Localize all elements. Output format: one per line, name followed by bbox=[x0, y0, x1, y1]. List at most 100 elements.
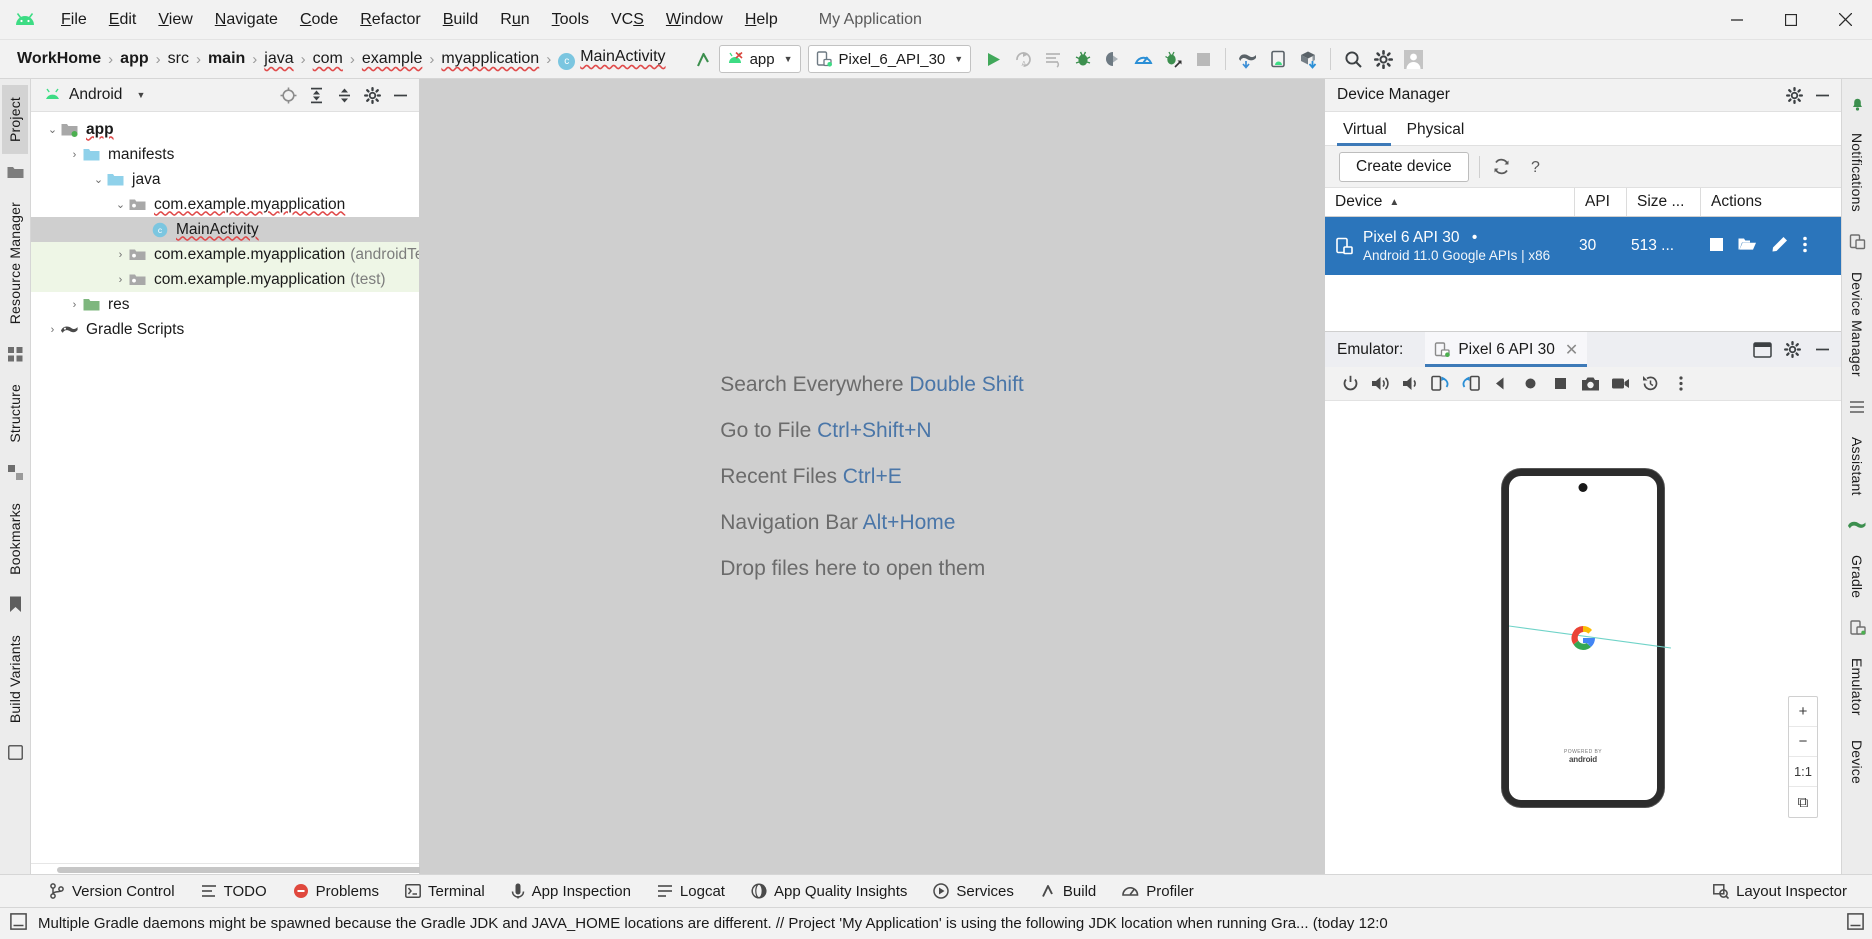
chevron-right-icon[interactable]: › bbox=[113, 249, 128, 261]
menu-file[interactable]: File bbox=[50, 7, 98, 33]
column-header-device[interactable]: Device ▲ bbox=[1325, 188, 1575, 216]
device-selector[interactable]: Pixel_6_API_30 ▼ bbox=[807, 45, 972, 73]
breadcrumb-mainactivity[interactable]: c MainActivity bbox=[555, 48, 668, 70]
chevron-right-icon[interactable]: › bbox=[67, 299, 82, 311]
chevron-right-icon[interactable]: › bbox=[45, 324, 60, 336]
more-icon[interactable] bbox=[1667, 370, 1694, 397]
tree-node-package-test[interactable]: › com.example.myapplication (test) bbox=[31, 267, 419, 292]
screenshot-icon[interactable] bbox=[1577, 370, 1604, 397]
tree-node-gradle-scripts[interactable]: › Gradle Scripts bbox=[31, 317, 419, 342]
menu-build[interactable]: Build bbox=[432, 7, 490, 33]
tree-node-package-androidtest[interactable]: › com.example.myapplication (androidTest… bbox=[31, 242, 419, 267]
make-project-icon[interactable] bbox=[689, 44, 719, 74]
chevron-down-icon[interactable]: ⌄ bbox=[91, 173, 106, 186]
menu-code[interactable]: Code bbox=[289, 7, 349, 33]
collapse-all-icon[interactable] bbox=[331, 82, 357, 108]
emulator-tab[interactable]: Pixel 6 API 30 ✕ bbox=[1425, 332, 1588, 367]
open-folder-icon[interactable] bbox=[1738, 236, 1757, 256]
overview-icon[interactable] bbox=[1547, 370, 1574, 397]
breadcrumb-java[interactable]: java bbox=[261, 50, 296, 68]
sidebar-item-build-variants[interactable]: Build Variants bbox=[2, 623, 28, 735]
emulator-device-frame[interactable]: POWERED BY android bbox=[1502, 468, 1671, 807]
stop-icon[interactable] bbox=[1709, 237, 1724, 256]
sidebar-item-project[interactable]: Project bbox=[2, 85, 28, 154]
menu-refactor[interactable]: Refactor bbox=[349, 7, 431, 33]
split-view-icon[interactable] bbox=[1749, 337, 1775, 363]
settings-icon[interactable] bbox=[1781, 82, 1807, 108]
tree-node-manifests[interactable]: › manifests bbox=[31, 142, 419, 167]
profiler-icon[interactable] bbox=[1128, 44, 1158, 74]
maximize-button[interactable] bbox=[1764, 0, 1818, 40]
rotate-right-icon[interactable] bbox=[1457, 370, 1484, 397]
apply-code-changes-icon[interactable] bbox=[1038, 44, 1068, 74]
sidebar-item-emulator[interactable]: Emulator bbox=[1844, 646, 1870, 728]
assistant-list-icon[interactable] bbox=[1846, 396, 1868, 418]
breadcrumb-main[interactable]: main bbox=[205, 50, 248, 68]
volume-up-icon[interactable] bbox=[1367, 370, 1394, 397]
breadcrumb-com[interactable]: com bbox=[310, 50, 346, 68]
hide-icon[interactable] bbox=[1809, 337, 1835, 363]
bottom-item-services[interactable]: Services bbox=[920, 877, 1027, 905]
bookmark-icon[interactable] bbox=[4, 594, 26, 616]
memory-icon[interactable] bbox=[1847, 913, 1864, 934]
column-header-actions[interactable]: Actions bbox=[1701, 188, 1841, 216]
breadcrumb-workhome[interactable]: WorkHome bbox=[14, 50, 104, 68]
bottom-item-build[interactable]: Build bbox=[1027, 877, 1109, 905]
chevron-right-icon[interactable]: › bbox=[67, 149, 82, 161]
sidebar-item-device-manager[interactable]: Device Manager bbox=[1844, 260, 1870, 389]
sidebar-item-gradle[interactable]: Gradle bbox=[1844, 543, 1870, 610]
zoom-actual-button[interactable]: 1:1 bbox=[1789, 757, 1817, 787]
select-opened-file-icon[interactable] bbox=[275, 82, 301, 108]
tree-node-java[interactable]: ⌄ java bbox=[31, 167, 419, 192]
column-header-api[interactable]: API bbox=[1575, 188, 1627, 216]
gradle-sync-icon[interactable] bbox=[1233, 44, 1263, 74]
create-device-button[interactable]: Create device bbox=[1339, 151, 1469, 182]
refresh-icon[interactable] bbox=[1490, 155, 1514, 179]
menu-window[interactable]: Window bbox=[655, 7, 734, 33]
close-icon[interactable]: ✕ bbox=[1565, 340, 1578, 360]
menu-tools[interactable]: Tools bbox=[541, 7, 600, 33]
device-manager-strip-icon[interactable] bbox=[1846, 231, 1868, 253]
home-icon[interactable] bbox=[1517, 370, 1544, 397]
zoom-fit-button[interactable]: ⧉ bbox=[1789, 787, 1817, 817]
event-log-icon[interactable] bbox=[10, 913, 27, 934]
tree-node-app[interactable]: ⌄ app bbox=[31, 117, 419, 142]
breadcrumb-app[interactable]: app bbox=[117, 50, 151, 68]
breadcrumb-myapplication[interactable]: myapplication bbox=[438, 50, 542, 68]
sidebar-item-notifications[interactable]: Notifications bbox=[1844, 121, 1870, 224]
status-message[interactable]: Multiple Gradle daemons might be spawned… bbox=[38, 915, 1388, 932]
tab-virtual[interactable]: Virtual bbox=[1335, 121, 1399, 146]
search-icon[interactable] bbox=[1338, 44, 1368, 74]
overflow-menu-icon[interactable] bbox=[1802, 235, 1808, 258]
rotate-left-icon[interactable] bbox=[1427, 370, 1454, 397]
chevron-down-icon[interactable]: ⌄ bbox=[113, 198, 128, 211]
breadcrumb-example[interactable]: example bbox=[359, 50, 425, 68]
resource-grid-icon[interactable] bbox=[4, 343, 26, 365]
tree-node-mainactivity[interactable]: c MainActivity bbox=[31, 217, 419, 242]
hide-icon[interactable] bbox=[1809, 82, 1835, 108]
debug-icon[interactable] bbox=[1068, 44, 1098, 74]
sdk-manager-icon[interactable] bbox=[1293, 44, 1323, 74]
sidebar-item-bookmarks[interactable]: Bookmarks bbox=[2, 491, 28, 587]
zoom-out-button[interactable]: − bbox=[1789, 727, 1817, 757]
attach-debugger-icon[interactable] bbox=[1098, 44, 1128, 74]
breadcrumb-src[interactable]: src bbox=[165, 50, 192, 68]
sidebar-item-device[interactable]: Device bbox=[1844, 728, 1870, 796]
menu-view[interactable]: View bbox=[147, 7, 203, 33]
bottom-item-layout-inspector[interactable]: Layout Inspector bbox=[1700, 877, 1860, 905]
sidebar-item-assistant[interactable]: Assistant bbox=[1844, 425, 1870, 508]
project-folder-icon[interactable] bbox=[4, 161, 26, 183]
stop-icon[interactable] bbox=[1188, 44, 1218, 74]
close-button[interactable] bbox=[1818, 0, 1872, 40]
notifications-bell-icon[interactable] bbox=[1846, 92, 1868, 114]
zoom-in-button[interactable]: + bbox=[1789, 697, 1817, 727]
bottom-item-terminal[interactable]: Terminal bbox=[392, 877, 498, 905]
emulator-screen-stage[interactable]: POWERED BY android + − 1:1 ⧉ bbox=[1325, 401, 1841, 874]
structure-icon[interactable] bbox=[4, 462, 26, 484]
project-horizontal-scrollbar[interactable] bbox=[31, 863, 427, 874]
menu-run[interactable]: Run bbox=[489, 7, 540, 33]
run-configuration-selector[interactable]: app ▼ bbox=[718, 45, 801, 73]
gradle-elephant-icon[interactable] bbox=[1846, 514, 1868, 536]
sidebar-item-structure[interactable]: Structure bbox=[2, 372, 28, 455]
build-variants-icon[interactable] bbox=[4, 742, 26, 764]
